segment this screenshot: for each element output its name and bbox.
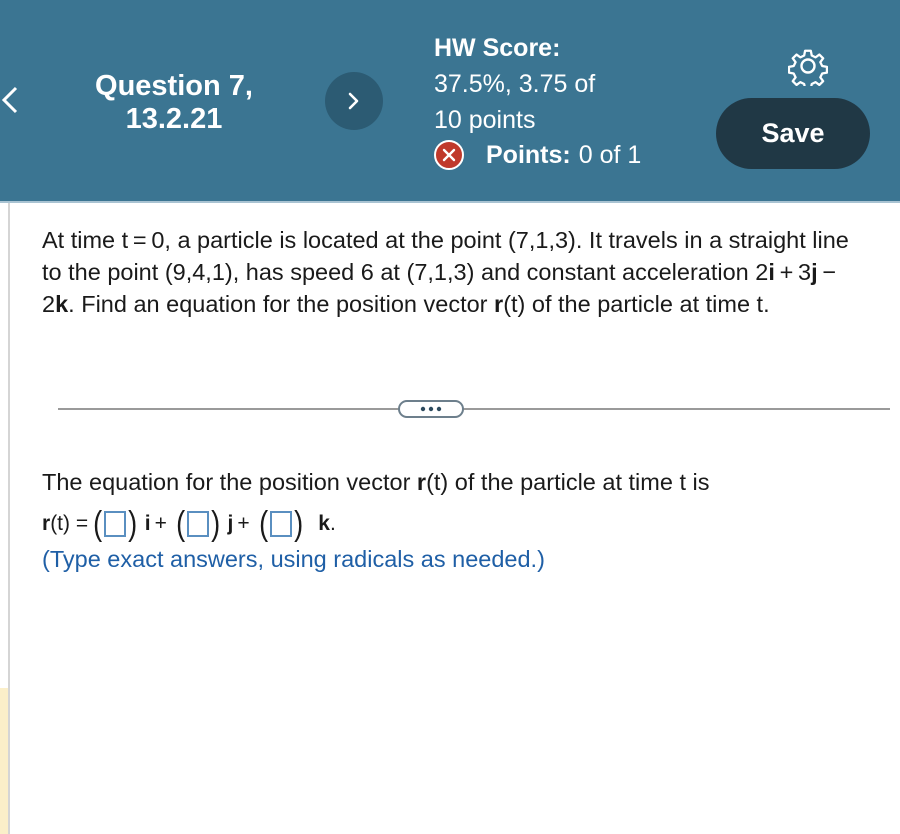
hw-score: HW Score: 37.5%, 3.75 of 10 points <box>434 30 595 138</box>
points-status: Points: 0 of 1 <box>434 140 641 170</box>
points-value: 0 of 1 <box>578 140 642 169</box>
expand-more-button[interactable] <box>398 400 464 418</box>
j-component-input[interactable] <box>187 511 210 537</box>
section-divider <box>58 408 890 410</box>
question-text-part1: At time t = 0, a particle is located at … <box>42 227 849 285</box>
save-button[interactable]: Save <box>716 98 870 169</box>
answer-intro-post: (t) of the particle at time t is <box>426 469 710 495</box>
vector-k: k <box>55 291 69 317</box>
hw-score-value-line1: 37.5%, 3.75 of <box>434 70 596 98</box>
answer-intro-r: r <box>416 469 427 495</box>
save-button-label: Save <box>761 118 825 148</box>
previous-question-icon[interactable] <box>0 82 30 118</box>
header-bar: Question 7, 13.2.21 HW Score: 37.5%, 3.7… <box>0 0 900 203</box>
hw-score-label: HW Score: <box>434 34 561 62</box>
unit-i: i <box>144 512 151 535</box>
answer-hint: (Type exact answers, using radicals as n… <box>42 546 545 572</box>
question-text-part5: (t) of the particle at time t. <box>503 291 770 317</box>
open-paren: ( <box>93 505 103 543</box>
left-highlight <box>0 688 8 834</box>
unit-j: j <box>227 512 234 535</box>
close-paren: ) <box>294 505 304 543</box>
points-label: Points: <box>486 140 571 169</box>
settings-gear-icon[interactable] <box>787 46 829 90</box>
answer-intro-pre: The equation for the position vector <box>42 469 417 495</box>
equation-r: r <box>42 512 51 535</box>
question-text: At time t = 0, a particle is located at … <box>42 224 872 320</box>
open-paren: ( <box>176 505 186 543</box>
close-paren: ) <box>128 505 138 543</box>
open-paren: ( <box>258 505 268 543</box>
vector-r: r <box>494 291 504 317</box>
period: . <box>329 512 336 535</box>
equation-lhs: (t) = <box>50 512 89 535</box>
answer-intro: The equation for the position vector r(t… <box>42 466 709 498</box>
plus-sign: + <box>237 512 250 535</box>
hw-score-value-line2: 10 points <box>434 106 536 134</box>
ellipsis-icon <box>420 406 442 412</box>
next-question-button[interactable] <box>325 72 383 130</box>
i-component-input[interactable] <box>104 511 127 537</box>
question-title: Question 7, 13.2.21 <box>60 70 288 136</box>
plus-sign: + <box>154 512 167 535</box>
k-component-input[interactable] <box>269 511 292 537</box>
question-text-part2: + 3 <box>774 259 812 285</box>
question-title-text: Question 7, 13.2.21 <box>95 70 253 135</box>
unit-k: k <box>318 512 330 535</box>
incorrect-x-icon <box>434 140 464 170</box>
answer-equation: r (t) = () i + () j + () k. <box>42 506 336 542</box>
question-text-part4: . Find an equation for the position vect… <box>68 291 495 317</box>
left-rule <box>8 203 10 834</box>
close-paren: ) <box>211 505 221 543</box>
chevron-right-icon <box>348 92 359 110</box>
